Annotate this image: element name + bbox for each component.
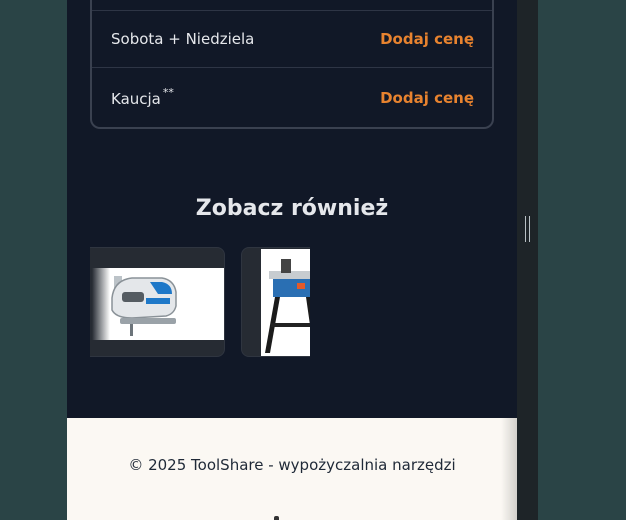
related-carousel[interactable] bbox=[90, 247, 310, 357]
jigsaw-tool-image bbox=[92, 268, 224, 340]
add-price-button[interactable]: Dodaj cenę bbox=[380, 89, 474, 107]
image-fade-overlay bbox=[92, 268, 110, 340]
pricing-card: Sobota + Niedziela Dodaj cenę Kaucja ** D… bbox=[90, 0, 494, 129]
table-saw-image bbox=[261, 249, 310, 356]
page-footer: © 2025 ToolShare - wypożyczalnia narzędz… bbox=[67, 418, 517, 520]
price-row-deposit: Kaucja ** Dodaj cenę bbox=[92, 69, 492, 127]
resize-gutter bbox=[517, 0, 538, 520]
resize-handle-icon[interactable] bbox=[525, 216, 530, 242]
add-price-button[interactable]: Dodaj cenę bbox=[380, 30, 474, 48]
related-item-card[interactable] bbox=[241, 247, 310, 357]
footnote-marker: ** bbox=[162, 86, 174, 99]
price-row-label: Kaucja ** bbox=[111, 86, 174, 108]
deposit-label: Kaucja bbox=[111, 90, 161, 108]
footer-edge-shadow bbox=[501, 418, 517, 520]
footer-copyright: © 2025 ToolShare - wypożyczalnia narzędz… bbox=[128, 456, 456, 474]
price-row-weekend: Sobota + Niedziela Dodaj cenę bbox=[92, 10, 492, 68]
mobile-viewport: Sobota + Niedziela Dodaj cenę Kaucja ** D… bbox=[67, 0, 517, 520]
related-item-card[interactable] bbox=[90, 247, 225, 357]
footer-partial-glyph bbox=[274, 516, 279, 520]
related-section-title: Zobacz również bbox=[195, 196, 389, 221]
price-row-label: Sobota + Niedziela bbox=[111, 30, 255, 48]
